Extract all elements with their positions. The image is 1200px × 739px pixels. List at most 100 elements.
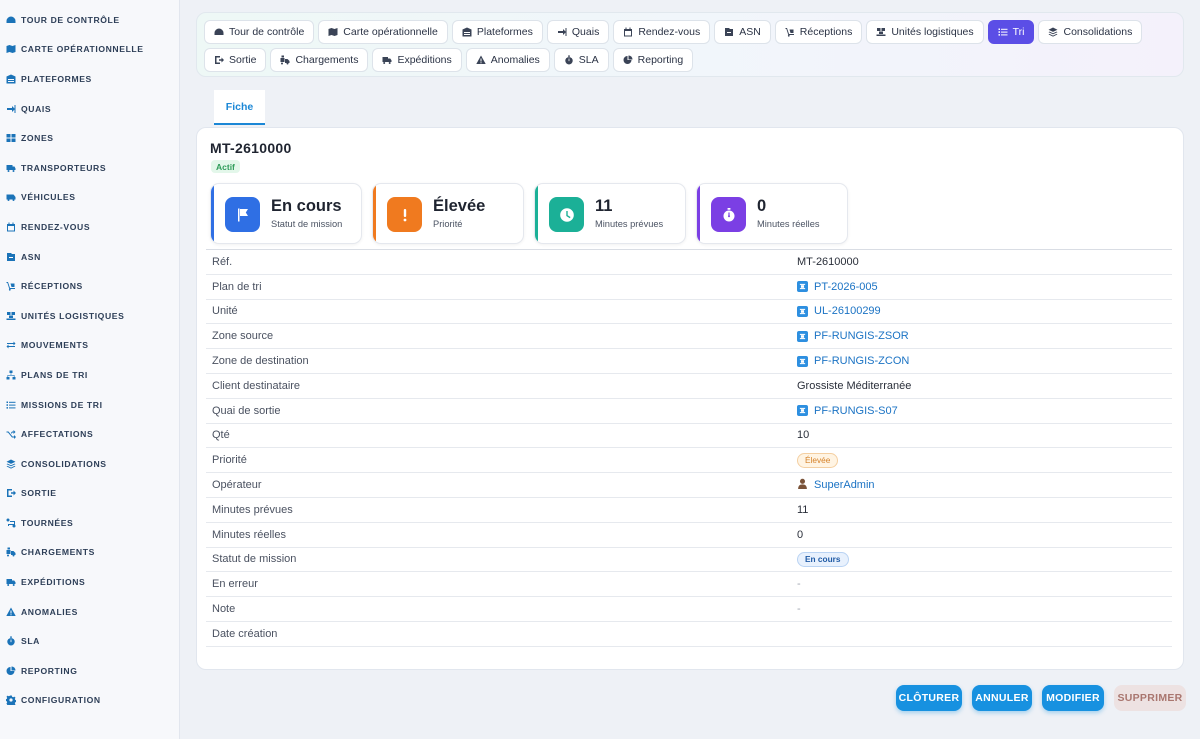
nav-tab-label: Expéditions <box>397 54 452 66</box>
detail-label: Quai de sortie <box>212 404 281 417</box>
detail-label: Qté <box>212 429 230 442</box>
cloturer-button[interactable]: CLÔTURER <box>896 685 962 711</box>
plan-tri-value: PT-2026-005 <box>814 280 878 293</box>
sidebar-item-sortie[interactable]: SORTIE <box>0 479 179 509</box>
plan-tri-link[interactable]: PT-2026-005 <box>797 281 1172 293</box>
sidebar-item-unites-logistiques[interactable]: UNITÉS LOGISTIQUES <box>0 301 179 331</box>
nav-tab-label: SLA <box>578 54 599 66</box>
detail-value: 0 <box>797 528 804 541</box>
sidebar-item-chargements[interactable]: CHARGEMENTS <box>0 538 179 568</box>
sidebar-item-mouvements[interactable]: MOUVEMENTS <box>0 331 179 361</box>
nav-tab-carte-operationnelle[interactable]: Carte opérationnelle <box>318 20 448 44</box>
kpi-accent-bar <box>211 184 214 243</box>
nav-tab-tour-de-controle[interactable]: Tour de contrôle <box>204 20 315 44</box>
shipping-icon <box>6 577 16 587</box>
sidebar-item-rendez-vous[interactable]: RENDEZ-VOUS <box>0 212 179 242</box>
kpi-label: Statut de mission <box>271 219 343 229</box>
nav-tab-reporting[interactable]: Reporting <box>612 48 694 72</box>
loading-icon <box>280 55 290 65</box>
sidebar-item-vehicules[interactable]: VÉHICULES <box>0 183 179 213</box>
sidebar-item-anomalies[interactable]: ANOMALIES <box>0 597 179 627</box>
sidebar-item-label: MOUVEMENTS <box>21 340 89 351</box>
sidebar-item-quais[interactable]: QUAIS <box>0 94 179 124</box>
sidebar: TOUR DE CONTRÔLE CARTE OPÉRATIONNELLE PLAT… <box>0 0 180 739</box>
sidebar-item-plateformes[interactable]: PLATEFORMES <box>0 64 179 94</box>
sidebar-item-tour-de-controle[interactable]: TOUR DE CONTRÔLE <box>0 5 179 35</box>
detail-value: 11 <box>797 503 809 516</box>
nav-tab-sortie[interactable]: Sortie <box>204 48 267 72</box>
nav-tab-quais[interactable]: Quais <box>546 20 610 44</box>
sidebar-item-zones[interactable]: ZONES <box>0 123 179 153</box>
sidebar-item-missions-de-tri[interactable]: MISSIONS DE TRI <box>0 390 179 420</box>
nav-tab-asn[interactable]: ASN <box>714 20 771 44</box>
record-card: MT-2610000 Actif En cours Statut de missi… <box>196 127 1184 670</box>
unite-link[interactable]: UL-26100299 <box>797 305 1172 317</box>
quai-value: PF-RUNGIS-S07 <box>814 404 898 417</box>
operateur-link[interactable]: SuperAdmin <box>797 478 1172 492</box>
sidebar-item-tournees[interactable]: TOURNÉES <box>0 508 179 538</box>
sidebar-item-label: CARTE OPÉRATIONNELLE <box>21 44 144 55</box>
dolly-icon <box>6 281 16 291</box>
quai-link[interactable]: PF-RUNGIS-S07 <box>797 405 1172 417</box>
nav-tab-label: Carte opérationnelle <box>343 26 438 38</box>
detail-row-statut: Statut de mission En cours <box>206 548 1172 573</box>
detail-label: En erreur <box>212 578 258 591</box>
kpi-icon-box <box>387 197 422 232</box>
sidebar-item-expeditions[interactable]: EXPÉDITIONS <box>0 567 179 597</box>
nav-tab-tri[interactable]: Tri <box>987 20 1035 44</box>
reference-link-icon <box>797 405 808 417</box>
sidebar-item-plans-de-tri[interactable]: PLANS DE TRI <box>0 360 179 390</box>
detail-value: Élevée <box>797 452 1172 468</box>
mission-status-pill: En cours <box>797 551 849 567</box>
chart-pie-icon <box>6 666 16 676</box>
sidebar-item-sla[interactable]: SLA <box>0 626 179 656</box>
sidebar-item-carte-operationnelle[interactable]: CARTE OPÉRATIONNELLE <box>0 35 179 65</box>
shipping-icon <box>382 57 392 64</box>
sidebar-item-receptions[interactable]: RÉCEPTIONS <box>0 271 179 301</box>
stopwatch-icon <box>723 207 734 221</box>
chart-pie-icon <box>623 55 633 64</box>
nav-tab-consolidations[interactable]: Consolidations <box>1038 20 1143 44</box>
nav-tab-sla[interactable]: SLA <box>553 48 609 72</box>
kpi-value: En cours <box>271 197 342 215</box>
nav-tab-chargements[interactable]: Chargements <box>270 48 369 72</box>
reference-link-icon <box>797 305 808 317</box>
zone-destination-link[interactable]: PF-RUNGIS-ZCON <box>797 355 1172 367</box>
sidebar-item-affectations[interactable]: AFFECTATIONS <box>0 419 179 449</box>
kpi-value: 11 <box>595 197 613 215</box>
detail-label: Statut de mission <box>212 553 297 566</box>
sidebar-item-configuration[interactable]: CONFIGURATION <box>0 686 179 716</box>
annuler-button[interactable]: ANNULER <box>972 685 1032 711</box>
calendar-icon <box>624 27 633 37</box>
zone-source-link[interactable]: PF-RUNGIS-ZSOR <box>797 330 1172 342</box>
detail-label: Minutes prévues <box>212 503 293 516</box>
sidebar-item-label: VÉHICULES <box>21 192 76 203</box>
layers-icon <box>1048 27 1058 37</box>
warehouse-icon <box>462 27 472 37</box>
priority-pill: Élevée <box>797 452 839 468</box>
detail-label: Date création <box>212 627 278 640</box>
nav-tab-anomalies[interactable]: Anomalies <box>465 48 550 72</box>
detail-value: - <box>797 578 801 591</box>
dashboard-icon <box>214 28 224 35</box>
operateur-value: SuperAdmin <box>814 479 875 492</box>
nav-tab-plateformes[interactable]: Plateformes <box>451 20 543 44</box>
sidebar-item-reporting[interactable]: REPORTING <box>0 656 179 686</box>
sidebar-item-consolidations[interactable]: CONSOLIDATIONS <box>0 449 179 479</box>
kpi-card: En cours Statut de mission <box>210 183 362 244</box>
kpi-card: 11 Minutes prévues <box>534 183 686 244</box>
tab-fiche[interactable]: Fiche <box>214 90 265 125</box>
nav-tab-rendez-vous[interactable]: Rendez-vous <box>613 20 711 44</box>
nav-tab-expeditions[interactable]: Expéditions <box>372 48 462 72</box>
kpi-accent-bar <box>535 184 538 243</box>
sidebar-item-label: SORTIE <box>21 488 57 499</box>
nav-tab-unites-logistiques[interactable]: Unités logistiques <box>866 20 984 44</box>
nav-tab-label: Sortie <box>229 54 257 66</box>
nav-tab-receptions[interactable]: Réceptions <box>774 20 863 44</box>
supprimer-button[interactable]: SUPPRIMER <box>1114 685 1186 711</box>
sidebar-item-transporteurs[interactable]: TRANSPORTEURS <box>0 153 179 183</box>
sidebar-item-asn[interactable]: ASN <box>0 242 179 272</box>
modifier-button[interactable]: MODIFIER <box>1042 685 1104 711</box>
sidebar-item-label: ASN <box>21 251 41 262</box>
user-icon <box>797 478 808 492</box>
